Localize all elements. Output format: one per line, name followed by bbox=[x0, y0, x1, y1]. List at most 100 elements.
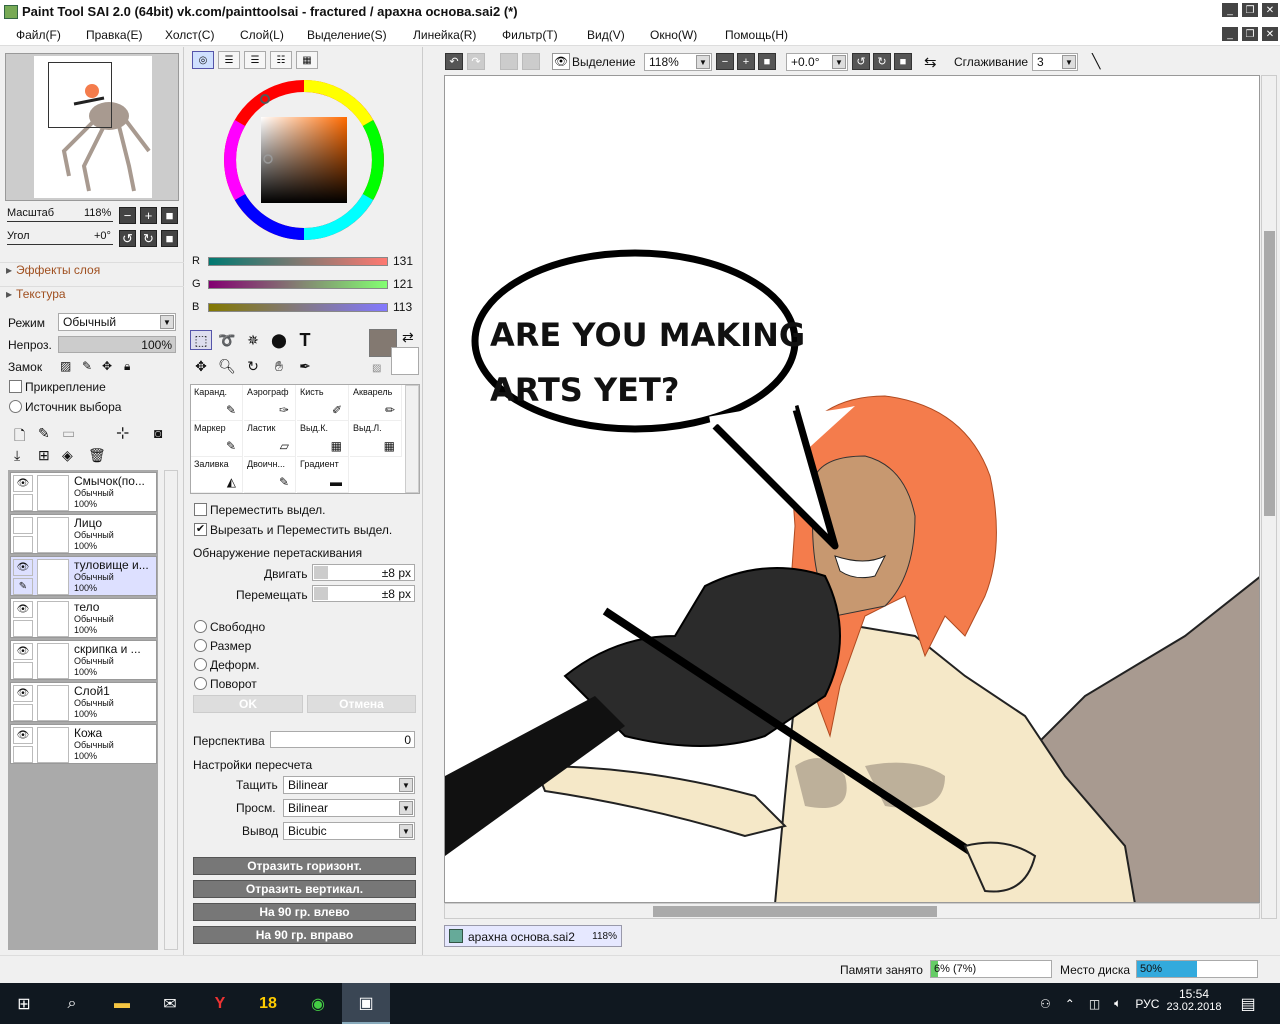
rotate-right-button[interactable]: На 90 гр. вправо bbox=[193, 926, 416, 944]
app-18-icon[interactable]: 18 bbox=[244, 983, 292, 1024]
tab-rgb-sliders[interactable]: ☰ bbox=[218, 51, 240, 69]
layer-item[interactable]: 👁︎ Слой1 Обычный 100% bbox=[10, 682, 157, 722]
eye-icon[interactable]: 👁︎ bbox=[552, 53, 570, 70]
clip-checkbox[interactable] bbox=[9, 380, 22, 393]
cancel-button[interactable]: Отмена bbox=[307, 695, 416, 713]
move-threshold-field[interactable]: ±8 px bbox=[312, 564, 415, 581]
lock-paint-icon[interactable]: ✎ bbox=[82, 359, 92, 373]
new-folder-icon[interactable]: ▭ bbox=[62, 425, 75, 442]
close-button[interactable]: ✕ bbox=[1262, 3, 1278, 17]
rotate-ccw-button[interactable]: ↺ bbox=[119, 230, 136, 247]
new-linework-icon[interactable]: ✎ bbox=[38, 425, 50, 442]
menu-canvas[interactable]: Холст(C) bbox=[165, 28, 214, 42]
mail-icon[interactable]: ✉ bbox=[146, 983, 194, 1024]
move-selection-checkbox[interactable] bbox=[194, 503, 207, 516]
b-slider[interactable] bbox=[208, 303, 388, 312]
add-layer-icon[interactable]: ⊞ bbox=[38, 447, 50, 464]
zoom-in-button[interactable]: + bbox=[737, 53, 755, 70]
flip-vertical-button[interactable]: Отразить вертикал. bbox=[193, 880, 416, 898]
eye-icon[interactable]: 👁︎ bbox=[13, 643, 33, 660]
lock-transparency-icon[interactable]: ▨ bbox=[60, 359, 71, 373]
lock-all-icon[interactable]: 🔒︎ bbox=[124, 359, 130, 374]
angle-slider[interactable] bbox=[7, 244, 113, 245]
menu-edit[interactable]: Правка(E) bbox=[86, 28, 143, 42]
zoom-tool[interactable]: 🔍︎ bbox=[216, 356, 238, 376]
layer-lock-box[interactable] bbox=[13, 662, 33, 679]
document-tab[interactable]: арахна основа.sai2 118% bbox=[444, 925, 622, 947]
layer-item[interactable]: 👁︎ Смычок(по... Обычный 100% bbox=[10, 472, 157, 512]
people-icon[interactable]: ⚇ bbox=[1040, 997, 1051, 1011]
language-indicator[interactable]: РУС bbox=[1135, 997, 1159, 1011]
brush-gradient[interactable]: Градиент ▬ bbox=[297, 457, 349, 493]
zoom-out-button[interactable]: − bbox=[716, 53, 734, 70]
scale-radio[interactable] bbox=[194, 639, 207, 652]
menu-file[interactable]: Файл(F) bbox=[16, 28, 61, 42]
shape-tool[interactable]: ⬤ bbox=[268, 330, 290, 350]
notifications-icon[interactable]: ▤ bbox=[1228, 983, 1268, 1024]
start-button[interactable]: ⊞ bbox=[0, 983, 48, 1024]
eye-hidden-icon[interactable] bbox=[13, 517, 33, 534]
zoom-reset-button[interactable]: ■ bbox=[161, 207, 178, 224]
rotate-radio[interactable] bbox=[194, 677, 207, 690]
rotate-ccw-button[interactable]: ↺ bbox=[852, 53, 870, 70]
drawing-canvas[interactable]: ARE YOU MAKING ARTS YET? bbox=[444, 75, 1260, 903]
tab-scratchpad[interactable]: ▦ bbox=[296, 51, 318, 69]
smoothing-select[interactable]: 3 ▼ bbox=[1032, 53, 1078, 71]
menu-filter[interactable]: Фильтр(T) bbox=[502, 28, 558, 42]
pencil-icon[interactable]: ✎ bbox=[13, 578, 33, 595]
color-wheel[interactable] bbox=[221, 77, 387, 243]
menu-ruler[interactable]: Линейка(R) bbox=[413, 28, 476, 42]
lock-move-icon[interactable]: ✥ bbox=[102, 359, 112, 373]
layer-effects-section[interactable]: ▸ Эффекты слоя bbox=[0, 262, 184, 282]
zoom-reset-button[interactable]: ■ bbox=[758, 53, 776, 70]
layer-item[interactable]: 👁︎ скрипка и ... Обычный 100% bbox=[10, 640, 157, 680]
layer-lock-box[interactable] bbox=[13, 746, 33, 763]
new-layer-icon[interactable]: 🗋︎ bbox=[14, 425, 25, 449]
rotate-left-button[interactable]: На 90 гр. влево bbox=[193, 903, 416, 921]
eye-icon[interactable]: 👁︎ bbox=[13, 475, 33, 492]
secondary-color-swatch[interactable] bbox=[391, 347, 419, 375]
invert-selection-button[interactable] bbox=[522, 53, 540, 70]
rotate-reset-button[interactable]: ■ bbox=[894, 53, 912, 70]
eyedropper-tool[interactable]: ✒ bbox=[294, 356, 316, 376]
brush-select-pen[interactable]: Выд.К. ▦ bbox=[297, 421, 349, 457]
selection-source-radio[interactable] bbox=[9, 400, 22, 413]
ok-button[interactable]: OK bbox=[193, 695, 303, 713]
clock[interactable]: 15:54 23.02.2018 bbox=[1166, 987, 1222, 1013]
transform-icon[interactable]: ⊹ bbox=[116, 423, 129, 443]
zoom-slider[interactable] bbox=[7, 221, 113, 222]
chrome-icon[interactable]: ◉ bbox=[294, 983, 342, 1024]
drag-quality-select[interactable]: Bilinear ▼ bbox=[283, 776, 415, 794]
output-quality-select[interactable]: Bicubic ▼ bbox=[283, 822, 415, 840]
doc-restore-button[interactable]: ❐ bbox=[1242, 27, 1258, 41]
zoom-select[interactable]: 118% ▼ bbox=[644, 53, 712, 71]
brush-binary[interactable]: Двоичн... ✎ bbox=[244, 457, 296, 493]
eye-icon[interactable]: 👁︎ bbox=[13, 559, 33, 576]
layer-item[interactable]: 👁︎ Кожа Обычный 100% bbox=[10, 724, 157, 764]
scroll-thumb[interactable] bbox=[1264, 231, 1275, 516]
brush-marker[interactable]: Маркер ✎ bbox=[191, 421, 243, 457]
swap-colors-icon[interactable]: ⇄ bbox=[402, 329, 414, 346]
preview-quality-select[interactable]: Bilinear ▼ bbox=[283, 799, 415, 817]
magic-wand-tool[interactable]: ✵ bbox=[242, 330, 264, 350]
layer-lock-box[interactable] bbox=[13, 494, 33, 511]
brush-pencil[interactable]: Каранд. ✎ bbox=[191, 385, 243, 421]
menu-window[interactable]: Окно(W) bbox=[650, 28, 697, 42]
menu-selection[interactable]: Выделение(S) bbox=[307, 28, 387, 42]
rotate-cw-button[interactable]: ↻ bbox=[873, 53, 891, 70]
redo-button[interactable]: ↷ bbox=[467, 53, 485, 70]
shift-threshold-field[interactable]: ±8 px bbox=[312, 585, 415, 602]
text-tool[interactable]: T bbox=[294, 330, 316, 350]
tab-hsv-sliders[interactable]: ☰ bbox=[244, 51, 266, 69]
yandex-browser-icon[interactable]: Y bbox=[196, 983, 244, 1024]
minimize-button[interactable]: _ bbox=[1222, 3, 1238, 17]
free-transform-radio[interactable] bbox=[194, 620, 207, 633]
clear-layer-icon[interactable]: ◈ bbox=[62, 447, 73, 464]
tab-swatches[interactable]: ☷ bbox=[270, 51, 292, 69]
g-slider[interactable] bbox=[208, 280, 388, 289]
search-icon[interactable]: ⌕ bbox=[48, 983, 96, 1024]
hand-tool[interactable]: ✋︎ bbox=[268, 356, 290, 376]
merge-down-icon[interactable]: ⤓ bbox=[14, 447, 20, 464]
eye-icon[interactable]: 👁︎ bbox=[13, 601, 33, 618]
deselect-button[interactable] bbox=[500, 53, 518, 70]
